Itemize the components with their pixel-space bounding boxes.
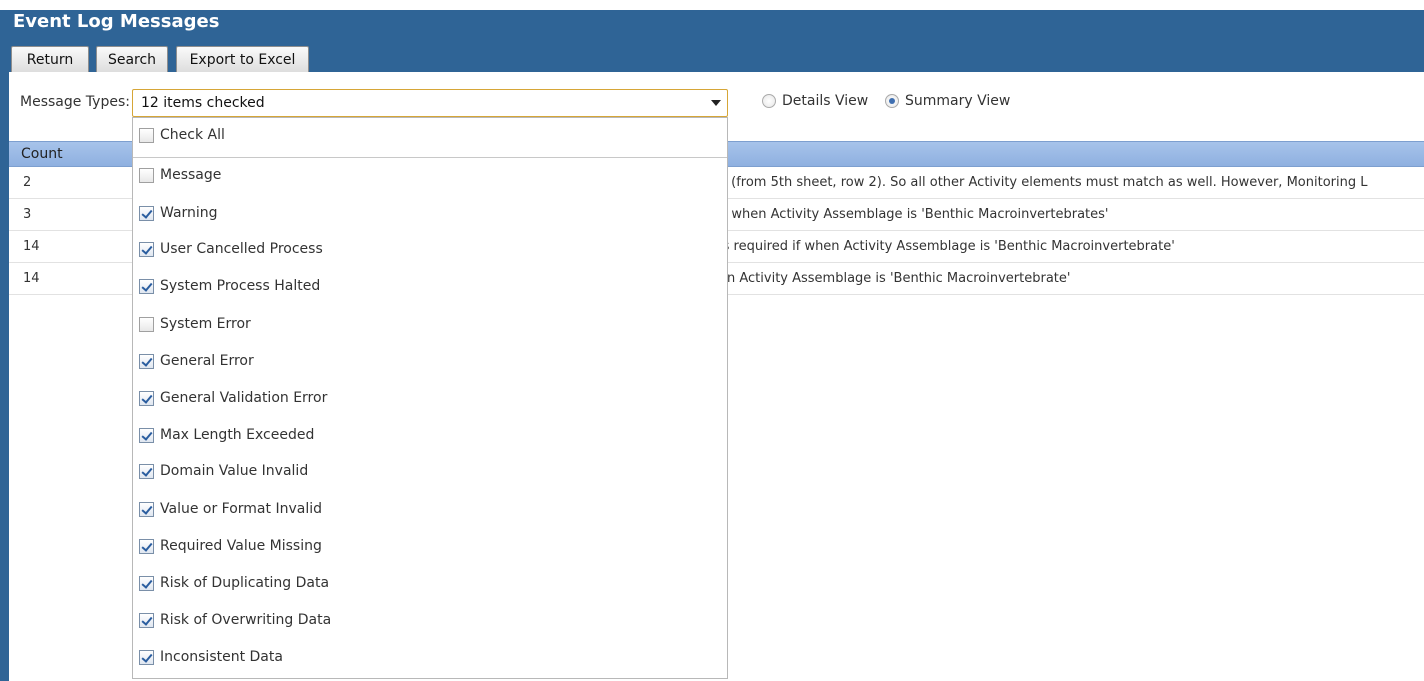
row-message: en Activity Assemblage is 'Benthic Macro… <box>719 271 1071 286</box>
row-message: d when Activity Assemblage is 'Benthic M… <box>719 207 1109 222</box>
details-view-radio[interactable] <box>762 94 776 108</box>
message-type-checkbox[interactable] <box>139 649 154 665</box>
message-types-dropdown: Check All Message Warning User Cancelled… <box>132 117 728 679</box>
top-strip <box>0 0 1424 10</box>
window-header: Event Log Messages Return Search Export … <box>0 10 1424 74</box>
message-type-item[interactable]: User Cancelled Process <box>139 237 323 261</box>
message-type-checkbox[interactable] <box>139 427 154 443</box>
message-type-item[interactable]: System Process Halted <box>139 274 320 298</box>
window-left-border <box>0 72 9 681</box>
message-type-label: Inconsistent Data <box>160 649 283 665</box>
message-type-checkbox[interactable] <box>139 612 154 628</box>
message-type-item[interactable]: Warning <box>139 201 218 225</box>
details-view-label: Details View <box>782 93 869 109</box>
summary-view-label: Summary View <box>905 93 1011 109</box>
export-to-excel-button[interactable]: Export to Excel <box>176 46 309 74</box>
dropdown-divider <box>133 157 727 158</box>
message-type-checkbox[interactable] <box>139 241 154 257</box>
message-type-item[interactable]: Risk of Duplicating Data <box>139 571 329 595</box>
message-type-checkbox[interactable] <box>139 353 154 369</box>
message-types-label: Message Types: <box>20 94 130 110</box>
row-count: 2 <box>23 175 32 190</box>
chevron-down-icon[interactable] <box>711 100 721 106</box>
message-type-item[interactable]: General Error <box>139 349 254 373</box>
search-button[interactable]: Search <box>96 46 168 74</box>
message-type-checkbox[interactable] <box>139 538 154 554</box>
message-type-item[interactable]: Required Value Missing <box>139 534 322 558</box>
row-message: e (from 5th sheet, row 2). So all other … <box>719 175 1368 190</box>
window-title: Event Log Messages <box>13 11 220 32</box>
check-all-item[interactable]: Check All <box>139 123 225 147</box>
message-type-label: General Validation Error <box>160 390 328 406</box>
row-count: 14 <box>23 271 40 286</box>
message-type-checkbox[interactable] <box>139 278 154 294</box>
message-type-label: Warning <box>160 205 218 221</box>
message-type-item[interactable]: Max Length Exceeded <box>139 423 314 447</box>
message-type-label: Message <box>160 167 222 183</box>
column-header-count[interactable]: Count <box>21 146 63 162</box>
message-type-checkbox[interactable] <box>139 167 154 183</box>
message-type-item[interactable]: System Error <box>139 312 251 336</box>
message-types-combo-value: 12 items checked <box>141 95 265 111</box>
message-type-item[interactable]: Domain Value Invalid <box>139 459 308 483</box>
row-message: is required if when Activity Assemblage … <box>719 239 1175 254</box>
message-type-label: System Process Halted <box>160 278 321 294</box>
message-type-label: Required Value Missing <box>160 538 322 554</box>
message-type-checkbox[interactable] <box>139 501 154 517</box>
message-type-checkbox[interactable] <box>139 390 154 406</box>
message-type-checkbox[interactable] <box>139 463 154 479</box>
message-type-checkbox[interactable] <box>139 575 154 591</box>
message-type-item[interactable]: General Validation Error <box>139 386 327 410</box>
message-type-checkbox[interactable] <box>139 205 154 221</box>
message-type-label: Domain Value Invalid <box>160 463 309 479</box>
row-count: 14 <box>23 239 40 254</box>
message-type-item[interactable]: Value or Format Invalid <box>139 497 322 521</box>
summary-view-radio[interactable] <box>885 94 899 108</box>
return-button[interactable]: Return <box>11 46 89 74</box>
message-type-label: Value or Format Invalid <box>160 501 322 517</box>
check-all-label: Check All <box>160 127 225 143</box>
message-type-item[interactable]: Risk of Overwriting Data <box>139 608 331 632</box>
message-type-item[interactable]: Message <box>139 163 221 187</box>
summary-view-option[interactable]: Summary View <box>885 93 1010 109</box>
details-view-option[interactable]: Details View <box>762 93 868 109</box>
check-all-checkbox[interactable] <box>139 127 154 143</box>
message-type-label: Risk of Overwriting Data <box>160 612 332 628</box>
message-type-label: General Error <box>160 353 254 369</box>
row-count: 3 <box>23 207 32 222</box>
message-type-checkbox[interactable] <box>139 316 154 332</box>
message-type-label: System Error <box>160 316 251 332</box>
message-type-label: Max Length Exceeded <box>160 427 315 443</box>
message-type-item[interactable]: Inconsistent Data <box>139 645 283 669</box>
message-types-combo[interactable]: 12 items checked <box>132 89 728 117</box>
message-type-label: Risk of Duplicating Data <box>160 575 330 591</box>
message-type-label: User Cancelled Process <box>160 241 323 257</box>
